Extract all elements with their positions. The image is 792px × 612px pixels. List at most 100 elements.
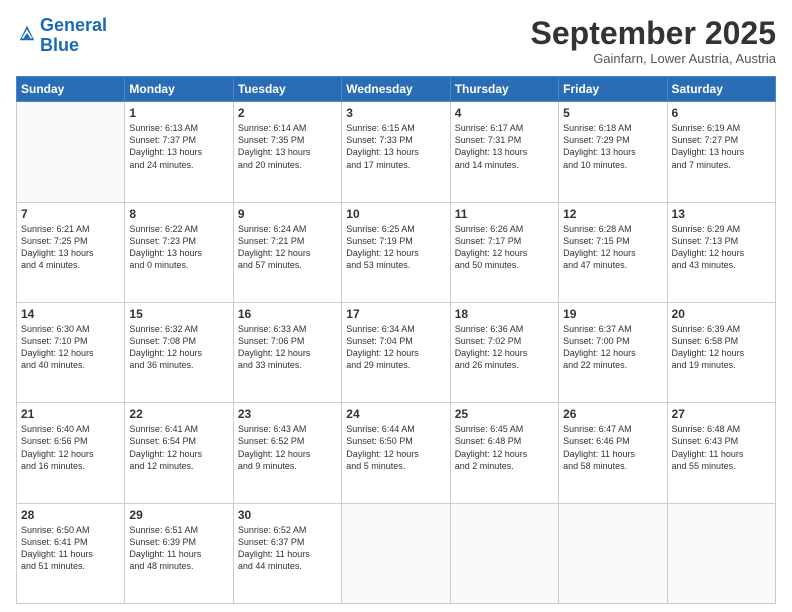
day-info: Sunrise: 6:13 AM Sunset: 7:37 PM Dayligh… [129, 122, 228, 171]
day-info: Sunrise: 6:52 AM Sunset: 6:37 PM Dayligh… [238, 524, 337, 573]
day-number: 24 [346, 407, 445, 421]
calendar-week-3: 14 Sunrise: 6:30 AM Sunset: 7:10 PM Dayli… [17, 302, 776, 402]
calendar-week-4: 21 Sunrise: 6:40 AM Sunset: 6:56 PM Dayli… [17, 403, 776, 503]
day-number: 6 [672, 106, 771, 120]
calendar-cell [342, 503, 450, 603]
calendar-cell: 25 Sunrise: 6:45 AM Sunset: 6:48 PM Dayli… [450, 403, 558, 503]
day-info: Sunrise: 6:18 AM Sunset: 7:29 PM Dayligh… [563, 122, 662, 171]
calendar-cell: 17 Sunrise: 6:34 AM Sunset: 7:04 PM Dayli… [342, 302, 450, 402]
calendar-table: Sunday Monday Tuesday Wednesday Thursday… [16, 76, 776, 604]
calendar-cell: 16 Sunrise: 6:33 AM Sunset: 7:06 PM Dayli… [233, 302, 341, 402]
calendar-cell: 8 Sunrise: 6:22 AM Sunset: 7:23 PM Daylig… [125, 202, 233, 302]
logo-line1: General [40, 15, 107, 35]
day-number: 7 [21, 207, 120, 221]
day-number: 1 [129, 106, 228, 120]
calendar-cell: 7Sunrise: 6:21 AM Sunset: 7:25 PM Daylig… [17, 202, 125, 302]
day-number: 5 [563, 106, 662, 120]
day-number: 18 [455, 307, 554, 321]
day-info: Sunrise: 6:51 AM Sunset: 6:39 PM Dayligh… [129, 524, 228, 573]
day-number: 8 [129, 207, 228, 221]
day-number: 14 [21, 307, 120, 321]
col-thursday: Thursday [450, 77, 558, 102]
calendar-cell: 27 Sunrise: 6:48 AM Sunset: 6:43 PM Dayli… [667, 403, 775, 503]
day-info: Sunrise: 6:22 AM Sunset: 7:23 PM Dayligh… [129, 223, 228, 272]
header: General Blue September 2025 Gainfarn, Lo… [16, 16, 776, 66]
calendar-cell: 15 Sunrise: 6:32 AM Sunset: 7:08 PM Dayli… [125, 302, 233, 402]
col-wednesday: Wednesday [342, 77, 450, 102]
day-number: 13 [672, 207, 771, 221]
calendar-cell: 1 Sunrise: 6:13 AM Sunset: 7:37 PM Daylig… [125, 102, 233, 202]
day-number: 17 [346, 307, 445, 321]
day-number: 12 [563, 207, 662, 221]
calendar-cell: 23Sunrise: 6:43 AM Sunset: 6:52 PM Dayli… [233, 403, 341, 503]
day-number: 30 [238, 508, 337, 522]
calendar-cell: 12 Sunrise: 6:28 AM Sunset: 7:15 PM Dayli… [559, 202, 667, 302]
day-info: Sunrise: 6:15 AM Sunset: 7:33 PM Dayligh… [346, 122, 445, 171]
day-number: 23 [238, 407, 337, 421]
calendar-header: Sunday Monday Tuesday Wednesday Thursday… [17, 77, 776, 102]
calendar-cell: 14 Sunrise: 6:30 AM Sunset: 7:10 PM Dayli… [17, 302, 125, 402]
calendar-cell: 24 Sunrise: 6:44 AM Sunset: 6:50 PM Dayli… [342, 403, 450, 503]
logo-text: General Blue [40, 16, 107, 56]
calendar-cell [667, 503, 775, 603]
day-info: Sunrise: 6:29 AM Sunset: 7:13 PM Dayligh… [672, 223, 771, 272]
calendar-cell [17, 102, 125, 202]
calendar-cell: 9 Sunrise: 6:24 AM Sunset: 7:21 PM Daylig… [233, 202, 341, 302]
col-monday: Monday [125, 77, 233, 102]
day-info: Sunrise: 6:44 AM Sunset: 6:50 PM Dayligh… [346, 423, 445, 472]
calendar-cell: 10Sunrise: 6:25 AM Sunset: 7:19 PM Dayli… [342, 202, 450, 302]
day-info: Sunrise: 6:28 AM Sunset: 7:15 PM Dayligh… [563, 223, 662, 272]
day-info: Sunrise: 6:33 AM Sunset: 7:06 PM Dayligh… [238, 323, 337, 372]
month-title: September 2025 [531, 16, 776, 51]
day-number: 19 [563, 307, 662, 321]
calendar-cell: 26 Sunrise: 6:47 AM Sunset: 6:46 PM Dayli… [559, 403, 667, 503]
col-tuesday: Tuesday [233, 77, 341, 102]
day-info: Sunrise: 6:32 AM Sunset: 7:08 PM Dayligh… [129, 323, 228, 372]
col-saturday: Saturday [667, 77, 775, 102]
day-number: 20 [672, 307, 771, 321]
day-number: 21 [21, 407, 120, 421]
day-info: Sunrise: 6:34 AM Sunset: 7:04 PM Dayligh… [346, 323, 445, 372]
day-info: Sunrise: 6:37 AM Sunset: 7:00 PM Dayligh… [563, 323, 662, 372]
day-info: Sunrise: 6:41 AM Sunset: 6:54 PM Dayligh… [129, 423, 228, 472]
day-number: 27 [672, 407, 771, 421]
day-info: Sunrise: 6:30 AM Sunset: 7:10 PM Dayligh… [21, 323, 120, 372]
day-number: 16 [238, 307, 337, 321]
day-info: Sunrise: 6:14 AM Sunset: 7:35 PM Dayligh… [238, 122, 337, 171]
day-info: Sunrise: 6:19 AM Sunset: 7:27 PM Dayligh… [672, 122, 771, 171]
page-container: General Blue September 2025 Gainfarn, Lo… [0, 0, 792, 612]
day-number: 25 [455, 407, 554, 421]
day-number: 9 [238, 207, 337, 221]
day-number: 3 [346, 106, 445, 120]
calendar-cell: 30 Sunrise: 6:52 AM Sunset: 6:37 PM Dayli… [233, 503, 341, 603]
calendar-cell: 21 Sunrise: 6:40 AM Sunset: 6:56 PM Dayli… [17, 403, 125, 503]
calendar-cell: 28 Sunrise: 6:50 AM Sunset: 6:41 PM Dayli… [17, 503, 125, 603]
day-info: Sunrise: 6:45 AM Sunset: 6:48 PM Dayligh… [455, 423, 554, 472]
calendar-cell: 5 Sunrise: 6:18 AM Sunset: 7:29 PM Daylig… [559, 102, 667, 202]
day-info: Sunrise: 6:47 AM Sunset: 6:46 PM Dayligh… [563, 423, 662, 472]
day-info: Sunrise: 6:48 AM Sunset: 6:43 PM Dayligh… [672, 423, 771, 472]
col-friday: Friday [559, 77, 667, 102]
calendar-body: 1 Sunrise: 6:13 AM Sunset: 7:37 PM Daylig… [17, 102, 776, 604]
day-info: Sunrise: 6:39 AM Sunset: 6:58 PM Dayligh… [672, 323, 771, 372]
day-number: 26 [563, 407, 662, 421]
day-number: 28 [21, 508, 120, 522]
calendar-cell: 20 Sunrise: 6:39 AM Sunset: 6:58 PM Dayli… [667, 302, 775, 402]
day-number: 15 [129, 307, 228, 321]
day-info: Sunrise: 6:24 AM Sunset: 7:21 PM Dayligh… [238, 223, 337, 272]
day-number: 29 [129, 508, 228, 522]
day-number: 4 [455, 106, 554, 120]
day-info: Sunrise: 6:40 AM Sunset: 6:56 PM Dayligh… [21, 423, 120, 472]
day-number: 2 [238, 106, 337, 120]
day-info: Sunrise: 6:25 AM Sunset: 7:19 PM Dayligh… [346, 223, 445, 272]
calendar-cell: 2 Sunrise: 6:14 AM Sunset: 7:35 PM Daylig… [233, 102, 341, 202]
day-info: Sunrise: 6:36 AM Sunset: 7:02 PM Dayligh… [455, 323, 554, 372]
calendar-cell: 4 Sunrise: 6:17 AM Sunset: 7:31 PM Daylig… [450, 102, 558, 202]
calendar-cell: 11Sunrise: 6:26 AM Sunset: 7:17 PM Dayli… [450, 202, 558, 302]
header-row: Sunday Monday Tuesday Wednesday Thursday… [17, 77, 776, 102]
calendar-cell [450, 503, 558, 603]
calendar-week-5: 28 Sunrise: 6:50 AM Sunset: 6:41 PM Dayli… [17, 503, 776, 603]
col-sunday: Sunday [17, 77, 125, 102]
day-info: Sunrise: 6:50 AM Sunset: 6:41 PM Dayligh… [21, 524, 120, 573]
day-info: Sunrise: 6:17 AM Sunset: 7:31 PM Dayligh… [455, 122, 554, 171]
